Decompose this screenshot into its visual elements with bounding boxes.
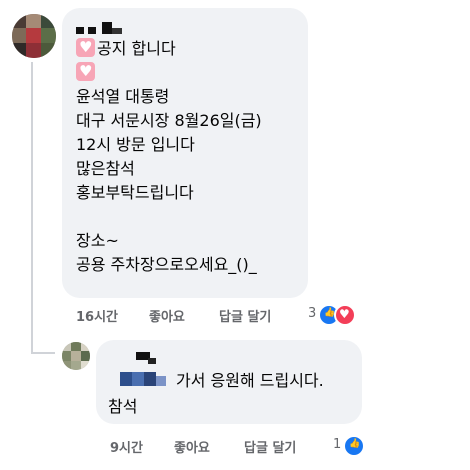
redaction-block [76,27,84,34]
avatar-pixel [12,28,26,43]
like-button[interactable]: 좋아요 [149,306,185,325]
comment-line: 많은참석 [76,159,135,178]
comment-line-notice: 공지 합니다 [76,38,300,62]
thread-connector-vertical [31,62,33,354]
avatar-pixel [26,43,41,58]
comment-line: 장소~ [76,231,119,250]
reply-avatar[interactable] [62,342,90,370]
avatar-pixel [62,361,71,370]
redacted-reply-author-name[interactable] [108,350,168,390]
avatar-pixel [81,342,90,351]
comment-line [76,206,300,230]
redaction-block [148,358,156,364]
avatar-pixel [26,28,41,43]
comment-line-heart [76,62,300,86]
redacted-author-name[interactable] [76,20,132,36]
comment-line: 홍보부탁드립니다 [76,183,194,202]
avatar-pixel [71,361,81,370]
reply-line: 참석 [108,397,138,416]
comment-actions: 16시간 좋아요 답글 달기 3 [76,304,366,326]
comment-line: 공용 주차장으로오세요_()_ [76,255,257,274]
comment-timestamp[interactable]: 16시간 [76,306,118,325]
redaction-block [144,372,156,386]
thread-connector-horizontal [31,352,55,354]
redaction-block [88,27,96,34]
redaction-block [112,28,122,34]
like-icon[interactable] [343,435,365,457]
avatar-pixel [81,361,90,370]
love-icon[interactable] [334,304,356,326]
reply-button[interactable]: 답글 달기 [219,306,271,325]
reaction-count[interactable]: 1 [333,437,341,452]
reply-button[interactable]: 답글 달기 [244,437,296,456]
avatar-pixel [12,14,26,28]
avatar-pixel [41,28,56,43]
reply-actions: 9시간 좋아요 답글 달기 1 [110,435,370,457]
commenter-avatar[interactable] [12,14,56,58]
comment-bubble: 공지 합니다 윤석열 대통령 대구 서문시장 8월26일(금) 12시 방문 입… [62,8,308,298]
avatar-pixel [71,342,81,351]
avatar-pixel [71,351,81,361]
redaction-block [132,372,144,386]
avatar-pixel [81,351,90,361]
avatar-pixel [62,342,71,351]
heart-emoji-icon [76,38,95,57]
reply-line: 가서 응원해 드립시다. [176,371,324,390]
redaction-block [120,372,132,386]
avatar-pixel [26,14,41,28]
reaction-count[interactable]: 3 [308,306,316,321]
avatar-pixel [62,351,71,361]
redaction-block [156,376,166,386]
like-button[interactable]: 좋아요 [174,437,210,456]
reply-timestamp[interactable]: 9시간 [110,437,143,456]
redaction-block [102,22,112,34]
avatar-pixel [12,43,26,58]
comment-text: 공지 합니다 [97,39,176,58]
comment-body: 공지 합니다 윤석열 대통령 대구 서문시장 8월26일(금) 12시 방문 입… [76,38,300,278]
avatar-pixel [41,14,56,28]
comment-line: 대구 서문시장 8월26일(금) [76,111,262,130]
heart-emoji-icon [76,62,95,81]
reply-bubble: 가서 응원해 드립시다. 참석 [96,340,362,424]
avatar-pixel [41,43,56,58]
comment-line: 12시 방문 입니다 [76,135,195,154]
comment-line: 윤석열 대통령 [76,87,170,106]
